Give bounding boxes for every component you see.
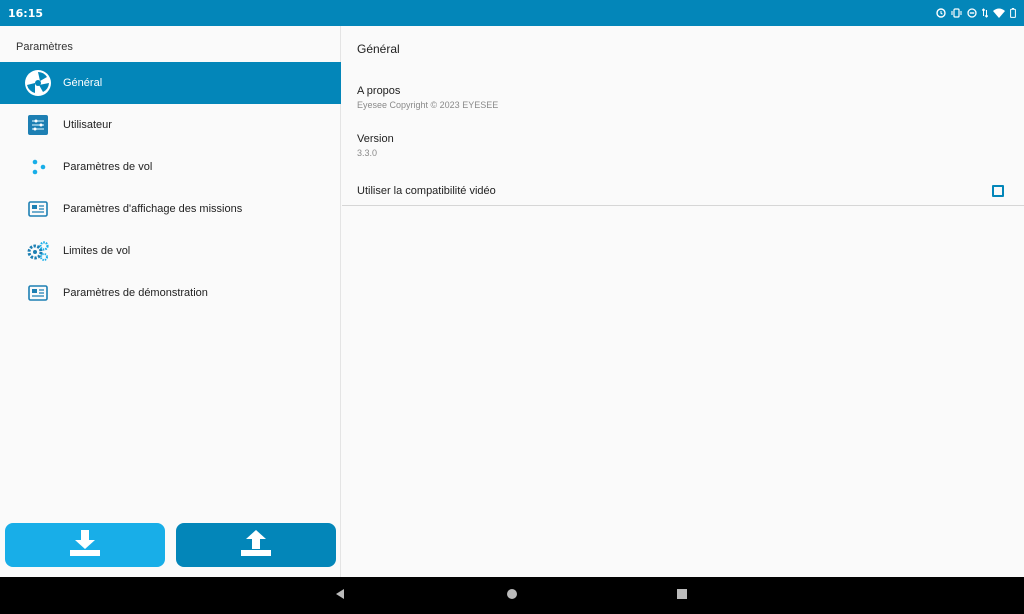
about-preference[interactable]: A propos Eyesee Copyright © 2023 EYESEE (357, 85, 498, 110)
do-not-disturb-icon (967, 8, 977, 18)
status-time: 16:15 (8, 6, 44, 20)
video-compat-label: Utiliser la compatibilité vidéo (357, 184, 496, 197)
video-compat-checkbox[interactable] (992, 184, 1004, 197)
settings-menu: Général Utilisateur Paramètres de vol Pa… (0, 62, 341, 314)
wifi-icon (993, 8, 1005, 18)
page-title: Général (357, 42, 400, 56)
download-icon (69, 529, 101, 562)
version-summary: 3.3.0 (357, 148, 378, 158)
battery-icon (1010, 8, 1016, 18)
status-bar: 16:15 (0, 0, 1024, 26)
sidebar-item-label: Paramètres de vol (63, 161, 153, 173)
settings-content: Général A propos Eyesee Copyright © 2023… (342, 26, 1024, 577)
alarm-icon (936, 8, 946, 18)
version-title: Version (357, 133, 394, 145)
recents-button[interactable] (662, 577, 702, 614)
flight-settings-icon (24, 153, 52, 181)
download-button[interactable] (5, 523, 165, 567)
sidebar-item-demo-settings[interactable]: Paramètres de démonstration (0, 272, 341, 314)
sidebar-item-user[interactable]: Utilisateur (0, 104, 341, 146)
mission-display-icon (24, 195, 52, 223)
sidebar-item-label: Paramètres d'affichage des missions (63, 203, 243, 215)
settings-sidebar: Paramètres Général Utilisateur Paramètre… (0, 26, 341, 577)
sidebar-item-flight-settings[interactable]: Paramètres de vol (0, 146, 341, 188)
home-icon (506, 587, 518, 605)
sidebar-item-label: Paramètres de démonstration (63, 287, 208, 299)
back-button[interactable] (320, 577, 360, 614)
demo-icon (24, 279, 52, 307)
sidebar-item-general[interactable]: Général (0, 62, 341, 104)
gears-icon (24, 237, 52, 265)
general-icon (24, 69, 52, 97)
sidebar-title: Paramètres (16, 41, 73, 53)
upload-icon (240, 529, 272, 562)
home-button[interactable] (492, 577, 532, 614)
user-settings-icon (24, 111, 52, 139)
sidebar-item-label: Général (63, 77, 103, 89)
sidebar-item-flight-limits[interactable]: Limites de vol (0, 230, 341, 272)
back-icon (334, 587, 346, 605)
sidebar-item-label: Utilisateur (63, 119, 112, 131)
sidebar-item-mission-display[interactable]: Paramètres d'affichage des missions (0, 188, 341, 230)
version-preference[interactable]: Version 3.3.0 (357, 133, 394, 158)
recents-icon (676, 587, 688, 605)
sidebar-item-label: Limites de vol (63, 245, 131, 257)
about-summary: Eyesee Copyright © 2023 EYESEE (357, 100, 499, 110)
data-arrows-icon (982, 8, 988, 18)
status-icons (936, 8, 1016, 18)
vibrate-icon (951, 8, 962, 18)
upload-button[interactable] (176, 523, 336, 567)
about-title: A propos (357, 85, 401, 97)
video-compat-preference[interactable]: Utiliser la compatibilité vidéo (342, 176, 1024, 206)
navigation-bar (0, 577, 1024, 614)
